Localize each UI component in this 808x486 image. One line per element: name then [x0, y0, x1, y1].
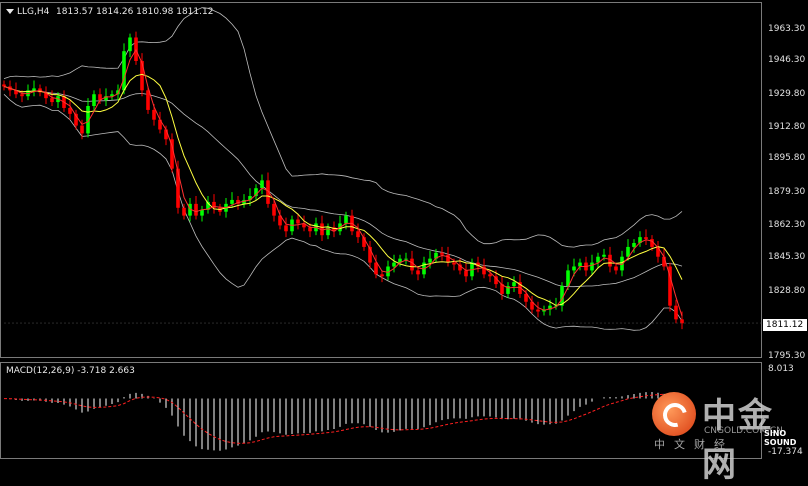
- candle-body: [122, 51, 126, 91]
- candle-body: [176, 168, 180, 208]
- candle-body: [128, 37, 132, 52]
- candle-body: [182, 207, 186, 216]
- price-axis-label: 1828.80: [768, 286, 806, 296]
- candle-body: [230, 199, 234, 204]
- candle-body: [512, 282, 516, 287]
- candle-body: [536, 309, 540, 312]
- price-axis-label: 1795.30: [768, 351, 806, 361]
- candle-body: [50, 98, 54, 103]
- bollinger-upper-band: [3, 7, 683, 248]
- candle-body: [2, 84, 6, 87]
- cngold-logo-icon: [652, 392, 696, 436]
- candle-body: [674, 305, 678, 320]
- candle-body: [590, 262, 594, 271]
- candle-body: [140, 60, 144, 91]
- candle-body: [632, 243, 636, 247]
- price-axis-label: 1912.80: [768, 122, 806, 132]
- candle-body: [152, 109, 156, 120]
- bollinger-middle-band: [3, 86, 683, 288]
- candle-body: [272, 203, 276, 216]
- macd-axis-top: 8.013: [768, 364, 794, 374]
- candle-body: [578, 262, 582, 267]
- candle-body: [164, 129, 168, 140]
- candle-body: [614, 266, 618, 271]
- candle-body: [194, 203, 198, 216]
- candle-body: [602, 254, 606, 257]
- watermark-subtitle: 中文财经: [654, 438, 734, 451]
- candle-body: [284, 225, 288, 232]
- candle-body: [356, 231, 360, 238]
- price-axis-label: 1845.30: [768, 252, 806, 262]
- ohlc-readout: 1813.57 1814.26 1810.98 1811.12: [56, 7, 214, 17]
- candle-body: [80, 125, 84, 134]
- candle-body: [344, 215, 348, 224]
- moving-average-slow: [3, 73, 683, 306]
- price-axis-label: 1946.30: [768, 55, 806, 65]
- candle-body: [452, 262, 456, 265]
- macd-label: MACD(12,26,9) -3.718 2.663: [6, 366, 135, 376]
- candle-body: [488, 274, 492, 277]
- cngold-watermark: 中金网 CNGOLD.COM.CN 中文财经 SINO SOUND: [652, 388, 802, 485]
- candle-body: [410, 258, 414, 271]
- symbol-period-label: LLG,H4: [17, 7, 50, 17]
- candle-body: [374, 262, 378, 275]
- candle-body: [440, 252, 444, 255]
- price-axis-label: 1879.30: [768, 187, 806, 197]
- candle-body: [572, 266, 576, 271]
- candle-body: [296, 219, 300, 224]
- price-axis-label: 1929.80: [768, 89, 806, 99]
- watermark-brand2: SINO SOUND: [764, 429, 797, 447]
- candle-body: [380, 274, 384, 277]
- candle-body: [392, 262, 396, 267]
- candle-body: [20, 94, 24, 97]
- candle-body: [428, 258, 432, 263]
- candle-body: [308, 227, 312, 232]
- candle-body: [32, 88, 36, 91]
- chart-menu-triangle-icon[interactable]: [6, 9, 14, 14]
- candle-body: [92, 94, 96, 106]
- price-axis-label: 1862.30: [768, 220, 806, 230]
- price-axis-label: 1895.80: [768, 153, 806, 163]
- trading-chart-window: LLG,H4 1813.57 1814.26 1810.98 1811.12 1…: [0, 0, 808, 485]
- candle-body: [146, 90, 150, 110]
- candle-body: [680, 319, 684, 324]
- candle-body: [416, 270, 420, 275]
- candle-body: [260, 180, 264, 189]
- bollinger-lower-band: [3, 94, 683, 331]
- candle-body: [644, 237, 648, 240]
- current-price-marker: 1811.12: [763, 319, 807, 331]
- candle-body: [464, 270, 468, 277]
- price-axis-label: 1963.30: [768, 24, 806, 34]
